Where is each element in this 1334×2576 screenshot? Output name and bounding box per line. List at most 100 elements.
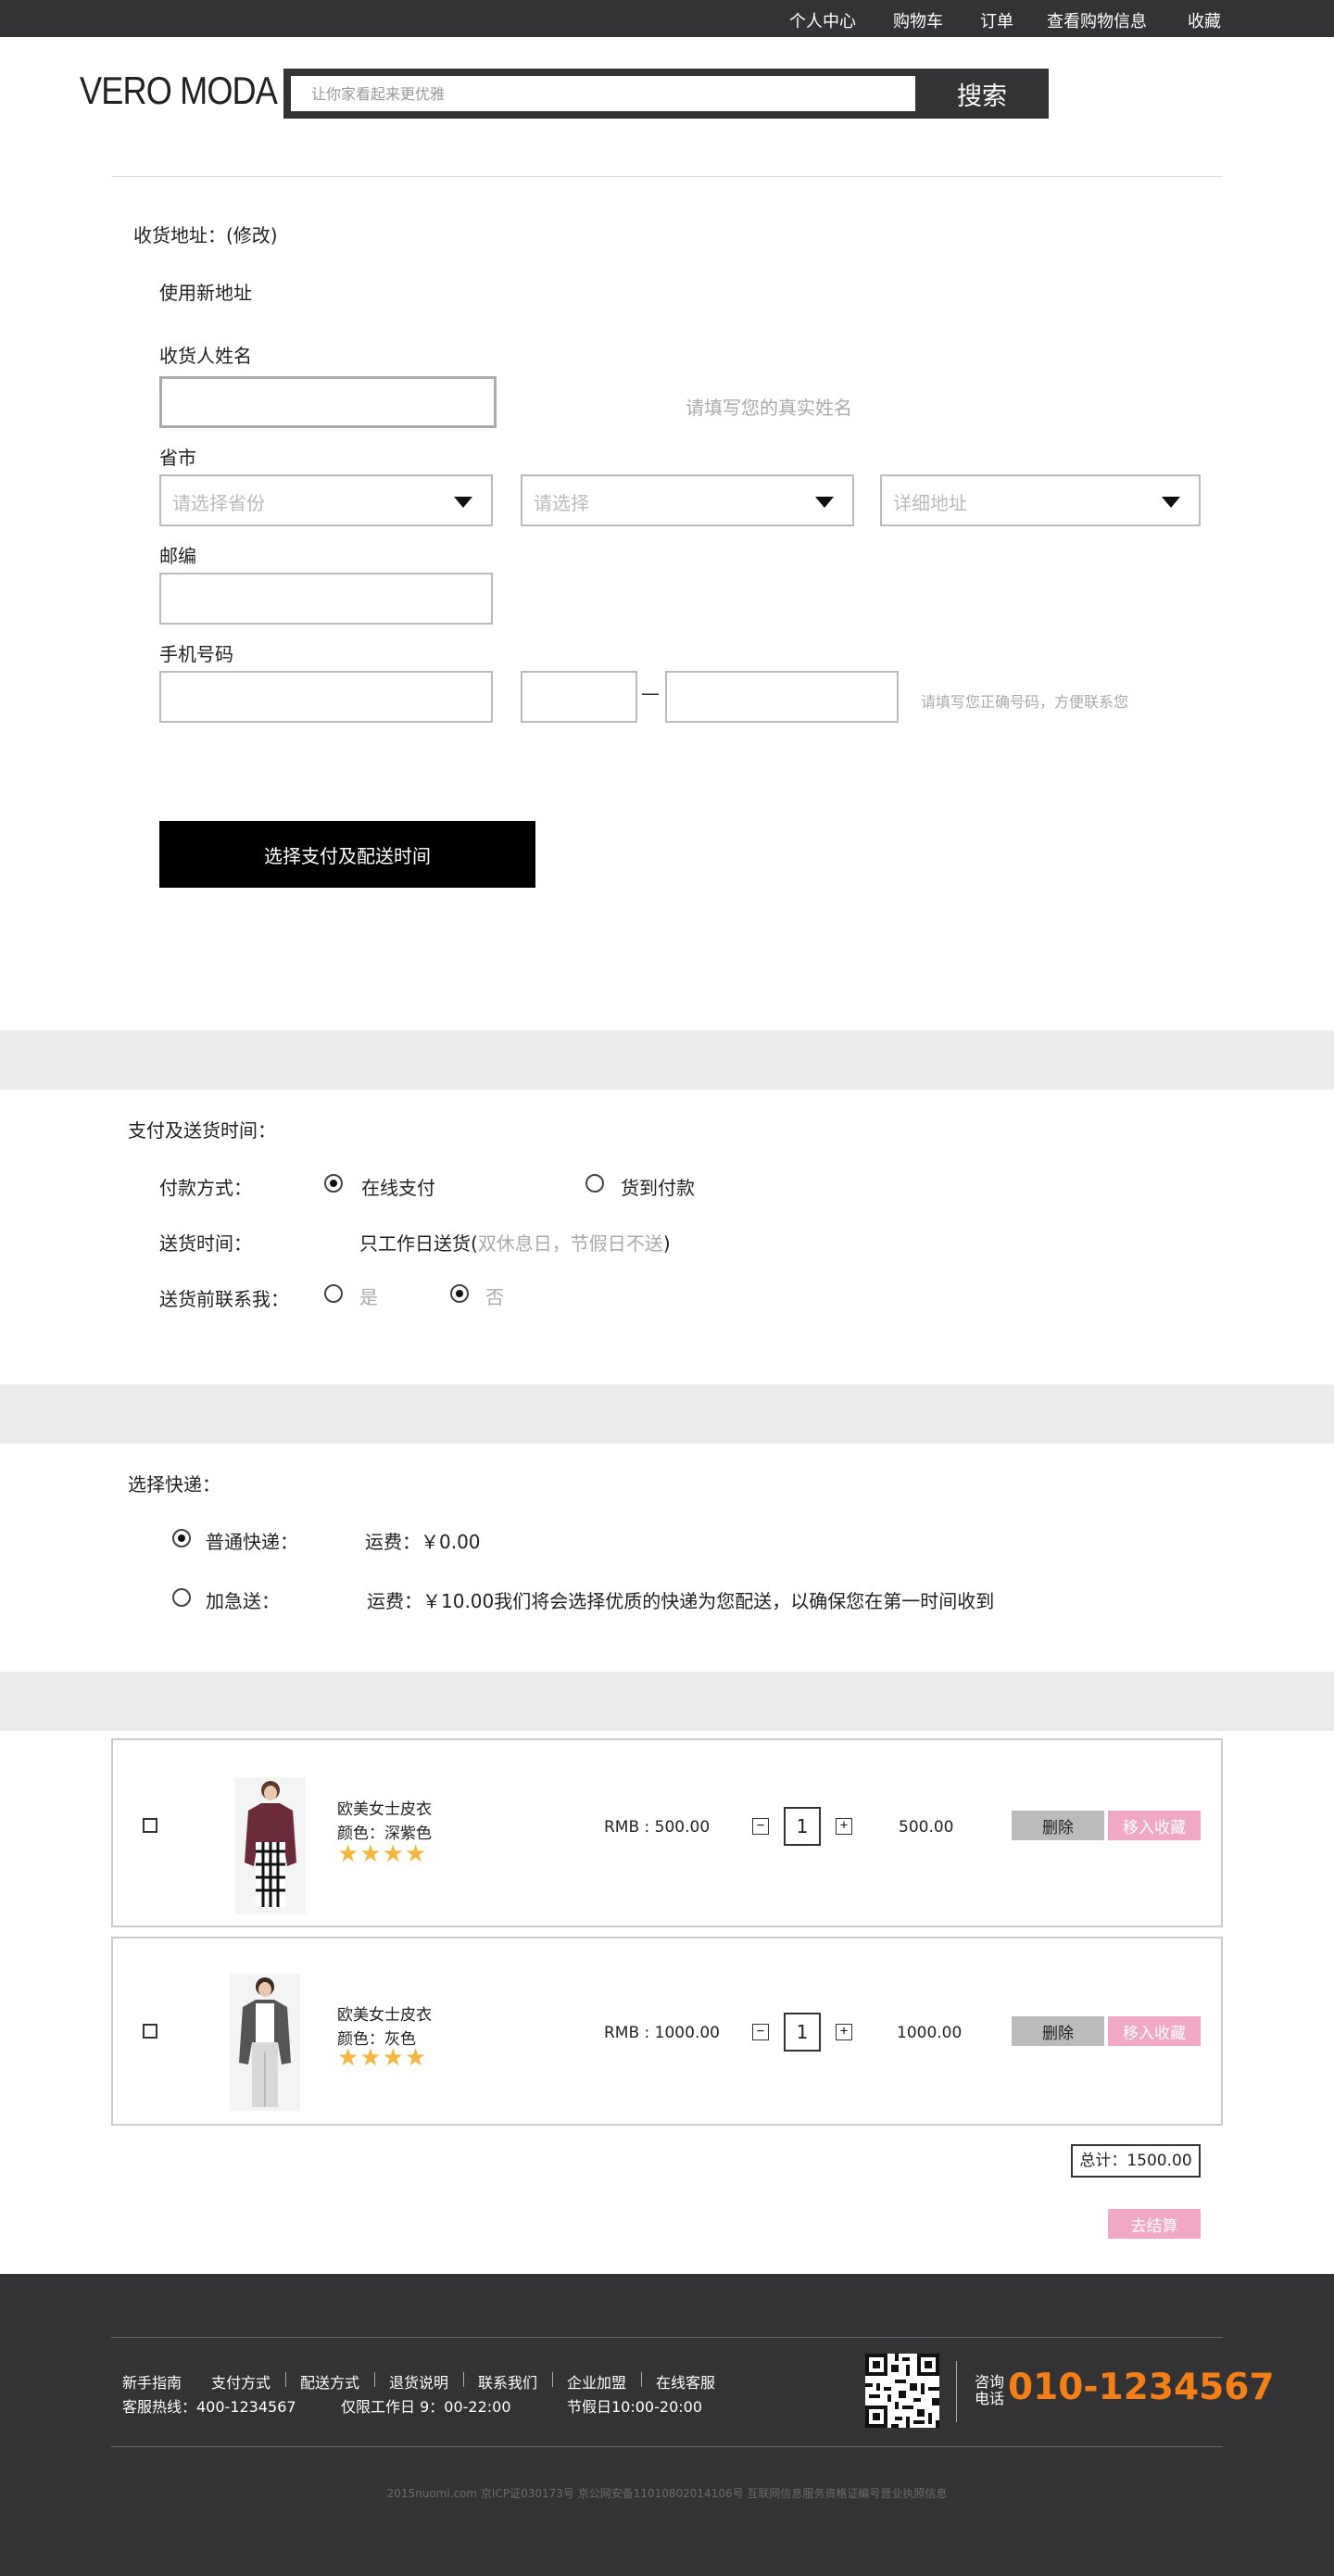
cart-item-row: 欧美女士皮衣 颜色：深紫色 ★★★★ RMB : 500.00 − 1 + 50…	[111, 1738, 1223, 1927]
search-input[interactable]	[291, 76, 915, 111]
province-select[interactable]: 请选择省份	[159, 474, 493, 526]
footer-divider	[111, 2337, 1223, 2338]
chevron-down-icon	[454, 497, 472, 508]
quantity-decrease-button[interactable]: −	[752, 1818, 769, 1835]
cart-item-checkbox[interactable]	[143, 1818, 157, 1833]
radio-contact-yes[interactable]	[324, 1284, 343, 1303]
radio-express-shipping[interactable]	[172, 1588, 191, 1607]
item-subtotal: 500.00	[899, 1818, 954, 1837]
express-shipping-option[interactable]: 加急送：	[206, 1586, 280, 1613]
payment-section-title: 支付及送货时间：	[128, 1119, 276, 1142]
detail-address-select[interactable]: 详细地址	[880, 474, 1201, 526]
footer-link-contact[interactable]: 联系我们	[478, 2370, 537, 2393]
section-divider	[0, 1672, 1334, 1731]
product-unit-price: RMB : 500.00	[604, 1818, 711, 1837]
delivery-time-text: 只工作日送货	[359, 1232, 471, 1255]
address-section-title[interactable]: 收货地址：(修改)	[133, 221, 278, 247]
checkout-button[interactable]: 去结算	[1108, 2209, 1201, 2239]
consult-label: 咨询电话	[975, 2373, 1005, 2407]
delete-item-button[interactable]: 删除	[1012, 2016, 1104, 2046]
area-code-input[interactable]	[521, 671, 637, 723]
footer: 新手指南 支付方式 配送方式 退货说明 联系我们 企业加盟 在线客服 客服热线：…	[0, 2274, 1334, 2576]
zip-label: 邮编	[159, 545, 196, 567]
quantity-input[interactable]: 1	[784, 1807, 821, 1846]
footer-link-separator	[285, 2372, 286, 2387]
delivery-time-value: 只工作日送货(双休息日，节假日不送)	[359, 1229, 671, 1256]
product-image[interactable]	[230, 1974, 300, 2111]
product-name[interactable]: 欧美女士皮衣	[337, 1796, 432, 1819]
product-photo-jacket-plum	[235, 1777, 306, 1914]
delete-item-button[interactable]: 删除	[1012, 1811, 1104, 1840]
product-rating-stars: ★★★★	[337, 1840, 428, 1868]
nav-orders-link[interactable]: 订单	[980, 8, 1013, 32]
footer-link-separator	[463, 2372, 464, 2387]
quantity-increase-button[interactable]: +	[836, 1818, 852, 1835]
header-divider	[111, 176, 1223, 177]
footer-workday-hours: 仅限工作日 9：00-22:00	[341, 2398, 511, 2416]
footer-link-payment[interactable]: 支付方式	[211, 2370, 271, 2393]
chevron-down-icon	[815, 497, 834, 508]
footer-link-franchise[interactable]: 企业加盟	[567, 2370, 626, 2393]
qr-code-icon	[865, 2354, 939, 2428]
online-payment-option[interactable]: 在线支付	[361, 1173, 435, 1200]
shipping-section-title: 选择快递：	[128, 1473, 220, 1496]
recipient-name-input[interactable]	[159, 376, 497, 428]
zip-input[interactable]	[159, 573, 493, 625]
phone-dash: —	[641, 682, 660, 704]
contact-yes-option[interactable]: 是	[359, 1282, 378, 1309]
footer-hotline: 客服热线：400-1234567	[122, 2398, 296, 2416]
city-select-value: 请选择	[534, 492, 589, 514]
standard-shipping-fee: 运费：￥0.00	[365, 1531, 481, 1553]
quantity-input[interactable]: 1	[784, 2013, 821, 2052]
footer-copyright: 2015nuomi.com 京ICP证030173号 京公网安备11010802…	[386, 2487, 948, 2500]
brand-logo[interactable]: VERO MODA	[80, 69, 278, 113]
contact-no-option[interactable]: 否	[485, 1282, 504, 1309]
product-photo-jacket-grey	[230, 1974, 300, 2111]
select-payment-button[interactable]: 选择支付及配送时间	[159, 821, 535, 888]
footer-link-delivery[interactable]: 配送方式	[300, 2370, 359, 2393]
move-to-favorites-button[interactable]: 移入收藏	[1108, 1811, 1201, 1840]
quantity-decrease-button[interactable]: −	[752, 2024, 769, 2040]
search-button[interactable]: 搜索	[915, 69, 1049, 119]
mobile-input[interactable]	[159, 671, 493, 723]
footer-link-separator	[552, 2372, 553, 2387]
phone-hint: 请填写您正确号码，方便联系您	[921, 693, 1129, 711]
contact-before-label: 送货前联系我：	[159, 1288, 289, 1310]
nav-shopping-info-link[interactable]: 查看购物信息	[1047, 8, 1147, 32]
delivery-time-paren: )	[662, 1232, 671, 1255]
city-select[interactable]: 请选择	[521, 474, 854, 526]
footer-link-support[interactable]: 在线客服	[656, 2370, 715, 2393]
product-image[interactable]	[235, 1777, 306, 1914]
footer-link-returns[interactable]: 退货说明	[389, 2370, 448, 2393]
payment-method-label: 付款方式：	[159, 1177, 252, 1199]
use-new-address-link[interactable]: 使用新地址	[159, 278, 252, 305]
landline-input[interactable]	[665, 671, 899, 723]
cart-item-row: 欧美女士皮衣 颜色：灰色 ★★★★ RMB : 1000.00 − 1 + 10…	[111, 1937, 1223, 2126]
qr-code-pattern	[865, 2354, 939, 2428]
nav-profile-link[interactable]: 个人中心	[789, 8, 856, 32]
top-nav-bar: 个人中心 购物车 订单 查看购物信息 收藏	[0, 0, 1334, 37]
cart-item-checkbox[interactable]	[143, 2024, 157, 2039]
move-to-favorites-button[interactable]: 移入收藏	[1108, 2016, 1201, 2046]
product-name[interactable]: 欧美女士皮衣	[337, 2001, 432, 2025]
consult-phone-number[interactable]: 010-1234567	[1008, 2367, 1275, 2408]
delivery-time-label: 送货时间：	[159, 1232, 252, 1255]
product-rating-stars: ★★★★	[337, 2044, 428, 2072]
standard-shipping-option[interactable]: 普通快递：	[206, 1527, 298, 1554]
radio-online-payment[interactable]	[324, 1174, 343, 1193]
radio-standard-shipping[interactable]	[172, 1529, 191, 1547]
phone-label: 手机号码	[159, 643, 233, 665]
province-select-value: 请选择省份	[172, 492, 265, 514]
section-divider	[0, 1384, 1334, 1444]
radio-cash-on-delivery[interactable]	[585, 1174, 604, 1193]
footer-link-guide[interactable]: 新手指南	[122, 2370, 182, 2393]
radio-contact-no[interactable]	[450, 1284, 469, 1303]
footer-divider	[111, 2446, 1223, 2447]
nav-cart-link[interactable]: 购物车	[893, 8, 943, 32]
delivery-time-note: 双休息日，节假日不送	[477, 1232, 663, 1255]
product-unit-price: RMB : 1000.00	[604, 2024, 720, 2042]
recipient-name-label: 收货人姓名	[159, 345, 252, 367]
cod-option[interactable]: 货到付款	[621, 1173, 695, 1200]
quantity-increase-button[interactable]: +	[836, 2024, 852, 2040]
nav-favorites-link[interactable]: 收藏	[1188, 8, 1221, 32]
